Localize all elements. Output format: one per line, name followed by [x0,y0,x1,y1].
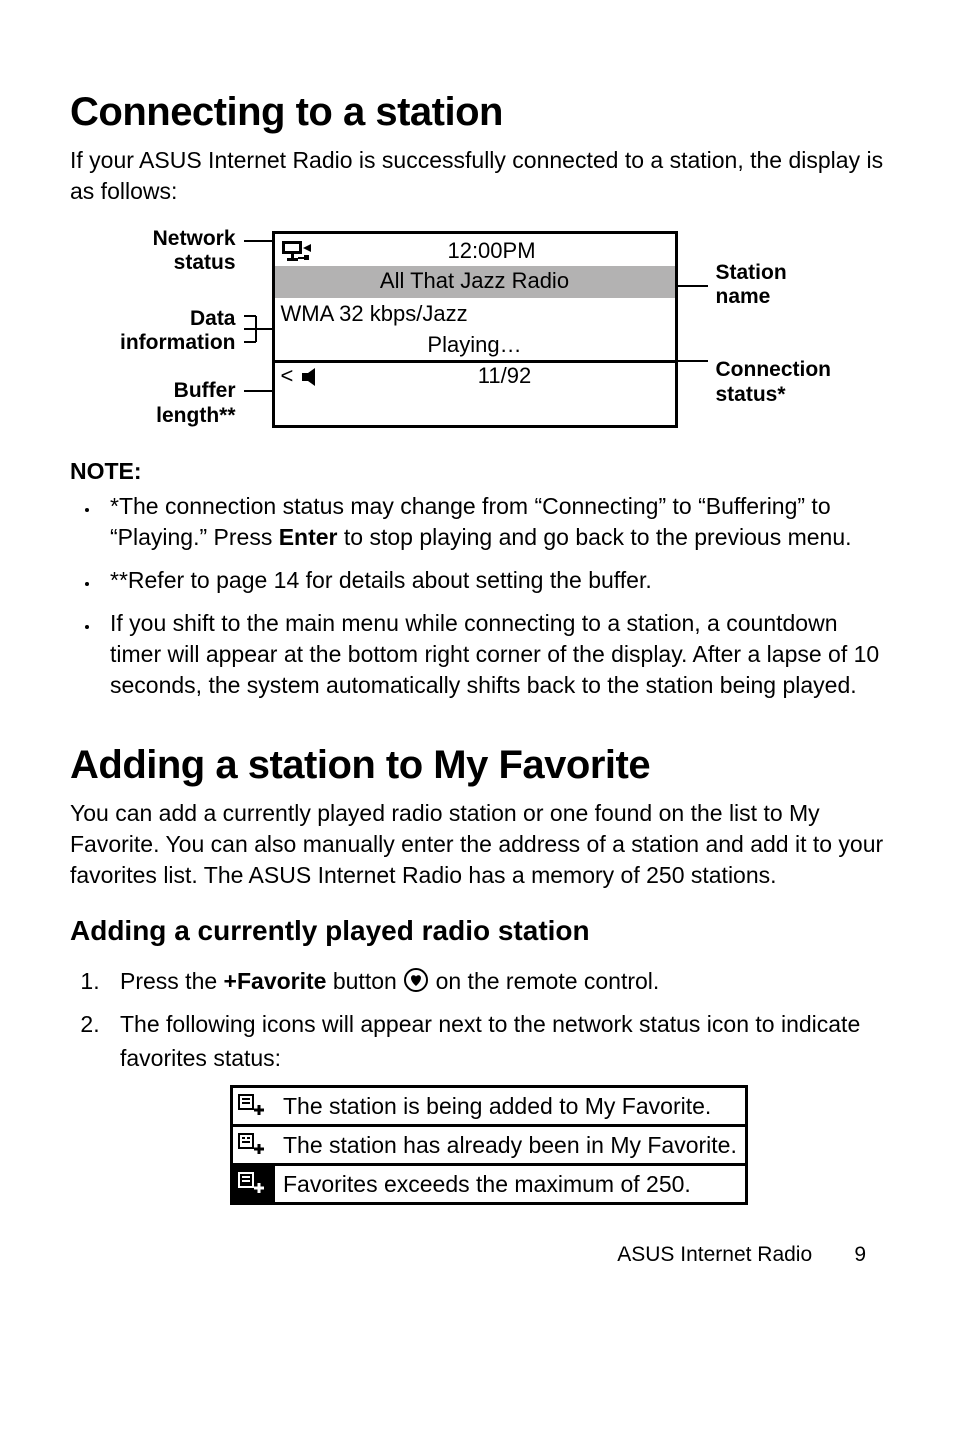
screen-connection-status: Playing… [275,331,675,360]
step-item: Press the +Favorite button on the remote… [106,965,884,1002]
icon-full [232,1165,276,1204]
label-data-information: Datainformation [120,307,236,355]
favorite-status-icons-table: The station is being added to My Favorit… [230,1085,748,1205]
label-network-status: Networkstatus [120,227,236,275]
screen-time: 12:00PM [315,238,669,264]
icon-full-text: Favorites exceeds the maximum of 250. [275,1165,746,1204]
label-station-name: Stationname [716,261,832,309]
favorite-button-icon [403,967,429,1002]
screen-data-line: WMA 32 kbps/Jazz [275,298,675,331]
note-heading: NOTE: [70,458,884,485]
right-connector-lines [678,231,708,421]
footer-text: ASUS Internet Radio [617,1243,812,1266]
favorite-intro: You can add a currently played radio sta… [70,798,884,891]
screen-station-name: All That Jazz Radio [275,266,675,298]
step-item: The following icons will appear next to … [106,1008,884,1075]
device-screen: 12:00PM All That Jazz Radio WMA 32 kbps/… [272,231,678,428]
screen-buffer-value: 11/92 [341,363,669,389]
table-row: The station has already been in My Favor… [232,1126,747,1165]
footer-page-number: 9 [818,1243,866,1267]
page-footer: ASUS Internet Radio 9 [70,1243,884,1267]
icon-adding-text: The station is being added to My Favorit… [275,1087,746,1126]
note-item: If you shift to the main menu while conn… [100,608,884,701]
icon-adding [232,1087,276,1126]
note-item: **Refer to page 14 for details about set… [100,565,884,596]
heading-favorite: Adding a station to My Favorite [70,743,884,788]
screen-left-arrow: < [281,363,301,389]
status-diagram: Networkstatus Datainformation Bufferleng… [120,231,884,428]
steps-list: Press the +Favorite button on the remote… [70,965,884,1075]
note-item: *The connection status may change from “… [100,491,884,553]
subheading-current-station: Adding a currently played radio station [70,915,884,947]
label-buffer-length: Bufferlength** [120,379,236,427]
notes-list: *The connection status may change from “… [70,491,884,701]
heading-connecting: Connecting to a station [70,90,884,135]
intro-connecting: If your ASUS Internet Radio is successfu… [70,145,884,207]
table-row: Favorites exceeds the maximum of 250. [232,1165,747,1204]
icon-already-text: The station has already been in My Favor… [275,1126,746,1165]
label-connection-status: Connectionstatus* [716,358,832,406]
left-connector-lines [244,231,272,421]
network-icon [281,238,315,264]
speaker-icon [301,363,341,389]
table-row: The station is being added to My Favorit… [232,1087,747,1126]
icon-already [232,1126,276,1165]
